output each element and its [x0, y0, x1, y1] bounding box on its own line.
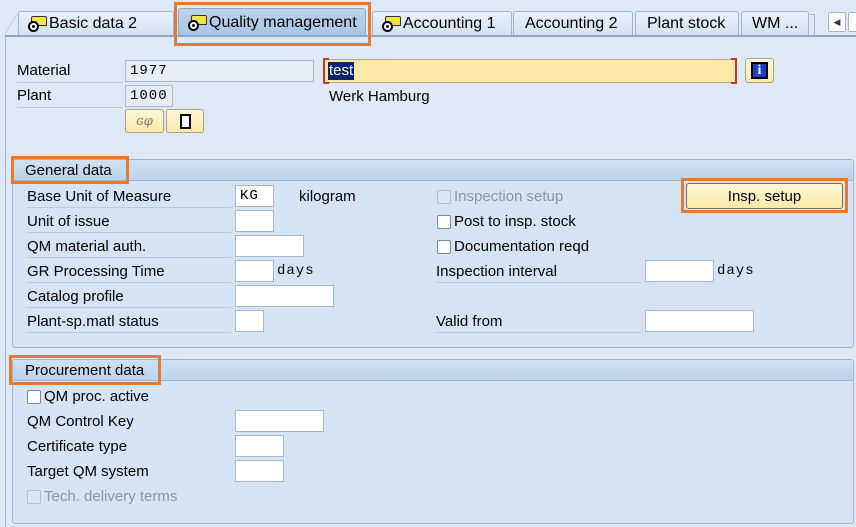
new-document-button[interactable] [166, 109, 204, 133]
info-button[interactable]: i [745, 58, 774, 83]
certificate-type-field[interactable] [235, 435, 284, 457]
post-to-insp-stock-checkbox[interactable] [437, 215, 451, 229]
tab-scroll-right-button[interactable] [848, 12, 856, 32]
highlight-box [681, 178, 848, 213]
tab-basic-data-2[interactable]: Basic data 2 [18, 11, 174, 35]
base-uom-label: Base Unit of Measure [27, 188, 231, 208]
tab-scroll-left-button[interactable]: ◀ [828, 12, 846, 32]
tab-accounting-1[interactable]: Accounting 1 [372, 11, 512, 35]
document-icon [179, 113, 191, 129]
inspection-setup-checkbox[interactable] [437, 190, 451, 204]
qm-control-key-label: QM Control Key [27, 413, 134, 430]
inspection-interval-field[interactable] [645, 260, 714, 282]
inspection-interval-unit: days [717, 263, 755, 279]
tab-stack-edge [810, 14, 815, 36]
certificate-type-label: Certificate type [27, 438, 128, 455]
material-description-field[interactable]: test [323, 58, 737, 84]
qm-material-auth-label: QM material auth. [27, 238, 231, 258]
tab-wm[interactable]: WM ... [741, 11, 809, 35]
inspection-interval-label: Inspection interval [436, 263, 641, 283]
qm-proc-active-checkbox[interactable] [27, 390, 41, 404]
valid-from-label: Valid from [436, 313, 641, 333]
glasses-icon: ɢφ [136, 113, 153, 129]
valid-from-field[interactable] [645, 310, 754, 332]
base-uom-text: kilogram [299, 188, 356, 205]
target-qm-system-field[interactable] [235, 460, 284, 482]
camera-lens-icon [27, 15, 47, 32]
unit-of-issue-label: Unit of issue [27, 213, 231, 233]
gr-processing-time-unit: days [277, 263, 315, 279]
camera-lens-icon [381, 15, 401, 32]
qm-proc-active-label: QM proc. active [44, 388, 150, 405]
material-field[interactable]: 1977 [125, 60, 314, 82]
tech-delivery-terms-checkbox[interactable] [27, 490, 41, 504]
material-label: Material [17, 62, 123, 83]
catalog-profile-field[interactable] [235, 285, 334, 307]
material-description-text: test [328, 62, 355, 80]
tab-accounting-2[interactable]: Accounting 2 [513, 11, 633, 35]
plant-label: Plant [17, 87, 123, 108]
plant-matl-status-label: Plant-sp.matl status [27, 313, 231, 333]
qm-control-key-field[interactable] [235, 410, 324, 432]
target-qm-system-label: Target QM system [27, 463, 149, 480]
unit-of-issue-field[interactable] [235, 210, 274, 232]
tab-strip: Basic data 2 Quality management Accounti… [0, 0, 856, 37]
gr-processing-time-label: GR Processing Time [27, 263, 231, 283]
tab-plant-stock[interactable]: Plant stock [635, 11, 739, 35]
plant-matl-status-field[interactable] [235, 310, 264, 332]
tech-delivery-terms-label: Tech. delivery terms [44, 488, 178, 505]
plant-field[interactable]: 1000 [125, 85, 173, 107]
plant-description: Werk Hamburg [329, 88, 430, 105]
catalog-profile-label: Catalog profile [27, 288, 231, 308]
qm-material-auth-field[interactable] [235, 235, 304, 257]
inspection-setup-label: Inspection setup [454, 188, 564, 205]
arrow-left-icon: ◀ [833, 16, 841, 27]
documentation-reqd-label: Documentation reqd [454, 238, 590, 255]
post-to-insp-stock-label: Post to insp. stock [454, 213, 576, 230]
gr-processing-time-field[interactable] [235, 260, 274, 282]
highlight-box [11, 156, 129, 184]
base-uom-field[interactable]: KG [235, 185, 274, 207]
glasses-button[interactable]: ɢφ [125, 109, 164, 133]
info-icon: i [751, 62, 768, 79]
documentation-reqd-checkbox[interactable] [437, 240, 451, 254]
required-bracket-right [731, 58, 737, 84]
highlight-box [9, 355, 161, 385]
